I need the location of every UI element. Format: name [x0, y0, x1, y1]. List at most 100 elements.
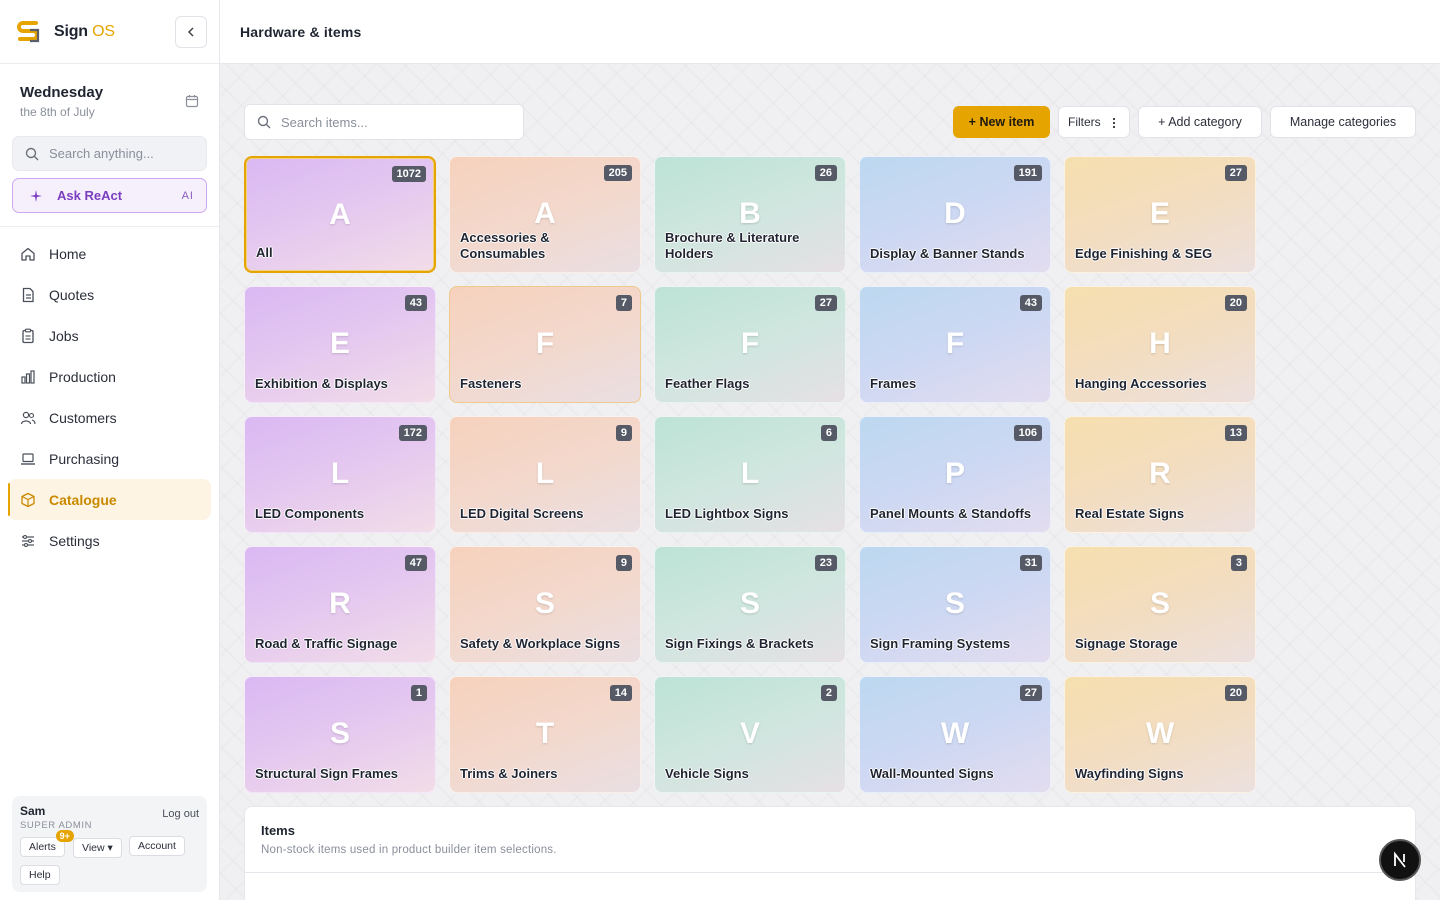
sidebar-item-label: Quotes — [49, 286, 95, 303]
category-name: All — [256, 245, 273, 260]
category-name: Fasteners — [460, 376, 522, 391]
category-name: Sign Framing Systems — [870, 636, 1011, 651]
category-tile[interactable]: 43 E Exhibition & Displays — [244, 286, 436, 403]
category-letter: L — [740, 457, 760, 490]
category-tile[interactable]: 23 S Sign Fixings & Brackets — [654, 546, 846, 663]
category-tile[interactable]: 47 R Road & Traffic Signage — [244, 546, 436, 663]
category-tile[interactable]: 27 E Edge Finishing & SEG — [1064, 156, 1256, 273]
item-search-input[interactable]: Search items... — [244, 104, 524, 140]
sidebar-item-jobs[interactable]: Jobs — [8, 315, 211, 356]
sidebar-item-catalogue[interactable]: Catalogue — [8, 479, 211, 520]
ask-react-button[interactable]: Ask ReAct AI — [12, 178, 207, 213]
category-tile[interactable]: 27 F Feather Flags — [654, 286, 846, 403]
bar-chart-icon — [20, 369, 36, 385]
add-category-button[interactable]: + Add category — [1138, 106, 1262, 138]
category-tile[interactable]: 191 D Display & Banner Stands — [859, 156, 1051, 273]
category-tile[interactable]: 27 W Wall-Mounted Signs — [859, 676, 1051, 793]
category-tile[interactable]: 1 S Structural Sign Frames — [244, 676, 436, 793]
n-logo-icon — [1394, 851, 1406, 868]
category-tile[interactable]: 14 T Trims & Joiners — [449, 676, 641, 793]
user-role: SUPER ADMIN — [20, 820, 93, 831]
sidebar-item-customers[interactable]: Customers — [8, 397, 211, 438]
item-count-badge: 31 — [1019, 555, 1042, 571]
category-tile[interactable]: 20 W Wayfinding Signs — [1064, 676, 1256, 793]
category-letter: L — [330, 457, 350, 490]
sidebar-item-production[interactable]: Production — [8, 356, 211, 397]
category-letter: S — [739, 587, 760, 620]
category-name: Vehicle Signs — [665, 766, 749, 781]
category-name: Wall-Mounted Signs — [870, 766, 994, 781]
brand-suffix: OS — [92, 22, 115, 40]
item-count-badge: 6 — [820, 425, 837, 441]
category-tile[interactable]: 31 S Sign Framing Systems — [859, 546, 1051, 663]
category-name: Structural Sign Frames — [255, 766, 399, 781]
item-count-badge: 27 — [1224, 165, 1247, 181]
search-icon — [257, 115, 271, 129]
category-tile[interactable]: 7 F Fasteners — [449, 286, 641, 403]
item-count-badge: 2 — [820, 685, 837, 701]
sign-os-logo[interactable] — [14, 18, 42, 46]
sidebar-item-home[interactable]: Home — [8, 233, 211, 274]
item-count-badge: 13 — [1224, 425, 1247, 441]
category-tile[interactable]: 13 R Real Estate Signs — [1064, 416, 1256, 533]
home-icon — [20, 246, 36, 262]
category-tile[interactable]: 106 P Panel Mounts & Standoffs — [859, 416, 1051, 533]
global-search-input[interactable]: Search anything... — [12, 136, 207, 171]
category-name: Panel Mounts & Standoffs — [870, 506, 1032, 521]
sidebar-item-quotes[interactable]: Quotes — [8, 274, 211, 315]
category-tile[interactable]: 26 B Brochure & Literature Holders — [654, 156, 846, 273]
category-tile[interactable]: 3 S Signage Storage — [1064, 546, 1256, 663]
category-name: Display & Banner Stands — [870, 246, 1025, 261]
view-dropdown[interactable]: View ▾ — [73, 838, 122, 858]
sidebar-item-settings[interactable]: Settings — [8, 520, 211, 561]
category-tile[interactable]: 43 F Frames — [859, 286, 1051, 403]
category-tile[interactable]: 9 L LED Digital Screens — [449, 416, 641, 533]
new-item-button[interactable]: + New item — [953, 106, 1050, 138]
category-tile[interactable]: 172 L LED Components — [244, 416, 436, 533]
category-name: LED Lightbox Signs — [665, 506, 789, 521]
category-letter: F — [740, 327, 760, 360]
help-button[interactable]: Help — [20, 865, 60, 885]
date-day: Wednesday — [20, 84, 104, 101]
item-count-badge: 191 — [1013, 165, 1042, 181]
nextjs-dev-button[interactable] — [1379, 839, 1421, 881]
item-search-placeholder: Search items... — [281, 114, 368, 130]
category-tile[interactable]: 1072 A All — [244, 156, 436, 273]
item-count-badge: 20 — [1224, 685, 1247, 701]
manage-categories-button[interactable]: Manage categories — [1270, 106, 1416, 138]
category-name: Exhibition & Displays — [255, 376, 388, 391]
search-icon — [25, 147, 39, 160]
category-tile[interactable]: 205 A Accessories & Consumables — [449, 156, 641, 273]
category-tile[interactable]: 9 S Safety & Workplace Signs — [449, 546, 641, 663]
item-count-badge: 23 — [814, 555, 837, 571]
collapse-sidebar-button[interactable] — [175, 15, 207, 48]
users-icon — [20, 410, 36, 426]
item-count-badge: 9 — [615, 555, 632, 571]
category-tile[interactable]: 6 L LED Lightbox Signs — [654, 416, 846, 533]
top-bar: Hardware & items — [220, 0, 1440, 64]
alerts-button[interactable]: Alerts 9+ — [20, 830, 74, 857]
global-search-placeholder: Search anything... — [49, 146, 154, 161]
item-count-badge: 47 — [404, 555, 427, 571]
sidebar-item-purchasing[interactable]: Purchasing — [8, 438, 211, 479]
category-name: Safety & Workplace Signs — [460, 636, 621, 651]
category-letter: R — [1149, 457, 1171, 490]
ai-tag: AI — [181, 189, 194, 202]
category-name: Real Estate Signs — [1075, 506, 1185, 521]
category-letter: L — [535, 457, 555, 490]
category-name: Edge Finishing & SEG — [1075, 246, 1213, 261]
calendar-icon[interactable] — [185, 94, 199, 108]
account-button[interactable]: Account — [129, 836, 185, 856]
category-letter: S — [534, 587, 555, 620]
item-count-badge: 1 — [410, 685, 427, 701]
category-tile[interactable]: 20 H Hanging Accessories — [1064, 286, 1256, 403]
sidebar-item-label: Settings — [49, 532, 100, 549]
sidebar-divider — [0, 226, 219, 227]
category-letter: B — [739, 197, 761, 230]
item-count-badge: 27 — [1019, 685, 1042, 701]
category-letter: E — [1149, 197, 1170, 230]
logout-link[interactable]: Log out — [162, 808, 199, 820]
category-tile[interactable]: 2 V Vehicle Signs — [654, 676, 846, 793]
category-name: Wayfinding Signs — [1075, 766, 1184, 781]
filters-button[interactable]: Filters — [1058, 106, 1130, 138]
